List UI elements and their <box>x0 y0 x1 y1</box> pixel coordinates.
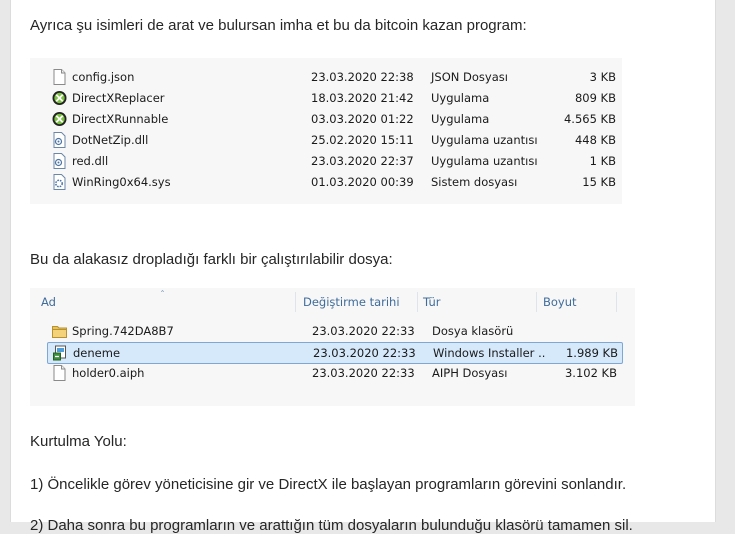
file-row[interactable]: red.dll 23.03.2020 22:37 Uygulama uzantısı… <box>30 151 622 171</box>
file-name: WinRing0x64.sys <box>72 175 171 189</box>
step-1-text: 1) Öncelikle görev yöneticisine gir ve D… <box>30 476 627 493</box>
file-name: DotNetZip.dll <box>72 133 149 147</box>
file-row[interactable]: DirectXRunnable 03.03.2020 01:22 Uygulama 4… <box>30 109 622 129</box>
file-date: 18.03.2020 21:42 <box>311 91 414 105</box>
file-date: 01.03.2020 00:39 <box>311 175 414 189</box>
file-row[interactable]: Spring.742DA8B7 23.03.2020 22:33 Dosya kla… <box>47 321 621 341</box>
installer-icon <box>53 345 68 361</box>
file-date: 23.03.2020 22:33 <box>312 366 415 380</box>
dll-file-icon <box>52 132 67 148</box>
file-list-screenshot-1: config.json 23.03.2020 22:38 JSON Dosyası 3… <box>30 58 622 204</box>
file-name: DirectXReplacer <box>72 91 165 105</box>
section-title: Kurtulma Yolu: <box>30 433 127 450</box>
file-type: Dosya klasörü <box>432 324 514 338</box>
dll-file-icon <box>52 153 67 169</box>
file-name: config.json <box>72 70 135 84</box>
file-date: 23.03.2020 22:33 <box>313 346 416 360</box>
file-date: 23.03.2020 22:33 <box>312 324 415 338</box>
file-size: 3.102 KB <box>564 366 617 380</box>
column-separator <box>536 292 537 312</box>
file-name: red.dll <box>72 154 109 168</box>
file-type: JSON Dosyası <box>431 70 508 84</box>
column-separator <box>417 292 418 312</box>
file-type: Uygulama uzantısı <box>431 133 538 147</box>
file-row[interactable]: WinRing0x64.sys 01.03.2020 00:39 Sistem do… <box>30 172 622 192</box>
file-type: Uygulama uzantısı <box>431 154 538 168</box>
file-date: 23.03.2020 22:37 <box>311 154 414 168</box>
file-name: deneme <box>73 346 121 360</box>
file-name: DirectXRunnable <box>72 112 169 126</box>
file-size: 1.989 KB <box>565 346 618 360</box>
file-row[interactable]: config.json 23.03.2020 22:38 JSON Dosyası 3… <box>30 67 622 87</box>
file-icon <box>52 69 67 85</box>
file-row[interactable]: DotNetZip.dll 25.02.2020 15:11 Uygulama uz… <box>30 130 622 150</box>
xbox-app-icon <box>52 90 67 106</box>
file-date: 25.02.2020 15:11 <box>311 133 414 147</box>
file-row[interactable]: holder0.aiph 23.03.2020 22:33 AIPH Dosyası… <box>47 363 621 383</box>
xbox-app-icon <box>52 111 67 127</box>
column-header-size[interactable]: Boyut <box>543 288 577 316</box>
file-row[interactable]: DirectXReplacer 18.03.2020 21:42 Uygulama 8… <box>30 88 622 108</box>
file-row-selected[interactable]: deneme 23.03.2020 22:33 Windows Installer … <box>47 342 623 364</box>
file-size: 4.565 KB <box>563 112 616 126</box>
file-type: AIPH Dosyası <box>432 366 508 380</box>
file-date: 23.03.2020 22:38 <box>311 70 414 84</box>
sort-ascending-icon: ˆ <box>160 290 165 301</box>
step-2-text: 2) Daha sonra bu programların ve arattığ… <box>30 517 633 534</box>
file-date: 03.03.2020 01:22 <box>311 112 414 126</box>
column-header-date[interactable]: Değiştirme tarihi <box>303 288 400 316</box>
file-name: Spring.742DA8B7 <box>72 324 174 338</box>
post-content: Ayrıca şu isimleri de arat ve bulursan i… <box>10 0 716 534</box>
file-size: 15 KB <box>582 175 616 189</box>
sys-file-icon <box>52 174 67 190</box>
file-type: Sistem dosyası <box>431 175 518 189</box>
file-size: 809 KB <box>574 91 616 105</box>
file-type: Uygulama <box>431 91 490 105</box>
file-size: 448 KB <box>574 133 616 147</box>
file-icon <box>52 365 67 381</box>
intro-text: Ayrıca şu isimleri de arat ve bulursan i… <box>30 17 527 34</box>
column-separator <box>295 292 296 312</box>
file-size: 1 KB <box>589 154 616 168</box>
second-text: Bu da alakasız dropladığı farklı bir çal… <box>30 251 393 268</box>
column-separator <box>616 292 617 312</box>
file-type: Uygulama <box>431 112 490 126</box>
file-size: 3 KB <box>589 70 616 84</box>
file-name: holder0.aiph <box>72 366 145 380</box>
column-header-type[interactable]: Tür <box>423 288 440 316</box>
file-type: Windows Installer ... <box>433 346 545 360</box>
folder-icon <box>52 323 67 339</box>
column-header-name[interactable]: Ad <box>41 288 56 316</box>
file-list-screenshot-2: Ad ˆ Değiştirme tarihi Tür Boyut Spring.… <box>30 288 635 406</box>
